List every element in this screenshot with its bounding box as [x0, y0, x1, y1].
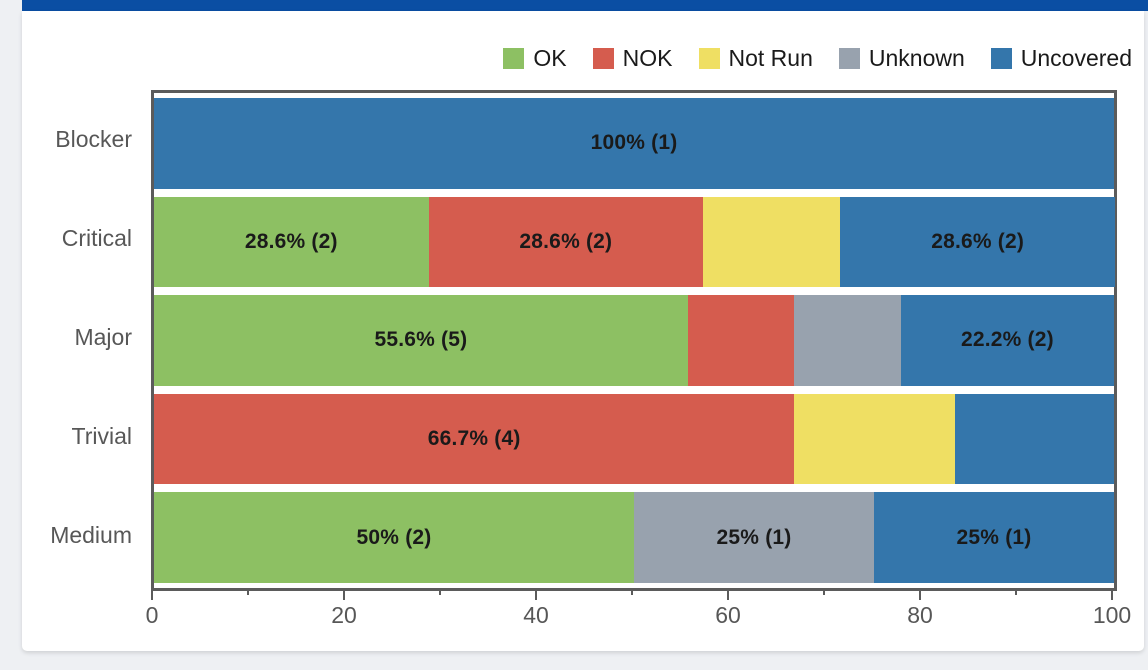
bar-segment[interactable]: 28.6% (2): [154, 196, 429, 288]
bar-segment-label: 25% (1): [956, 525, 1032, 549]
x-axis-major-tick: [343, 588, 345, 600]
bar-segment-label: 100% (1): [590, 131, 678, 155]
x-axis-minor-tick: [823, 588, 825, 595]
bar-row: 100% (1): [154, 98, 1114, 189]
y-axis-label: Medium: [50, 522, 132, 548]
bar-row: 66.7% (4): [154, 393, 1114, 485]
chart-card: OK NOK Not Run Unknown Uncovered Blocker Crit…: [22, 11, 1144, 651]
bar-segment-label: 28.6% (2): [519, 229, 613, 253]
y-axis-label: Blocker: [55, 126, 132, 152]
bar-segment[interactable]: [954, 393, 1114, 485]
x-axis-tick-label: 20: [331, 602, 357, 628]
x-axis-minor-tick: [1015, 588, 1017, 595]
x-axis-tick-label: 80: [907, 602, 933, 628]
x-axis: 0 20 40 60 80 100: [146, 588, 1131, 648]
x-axis-tick-label: 100: [1092, 602, 1132, 628]
bar-segment-label: 66.7% (4): [427, 427, 521, 451]
x-axis-minor-tick: [247, 588, 249, 595]
bar-segment[interactable]: [794, 295, 901, 386]
app-header-bar: [22, 0, 1148, 11]
chart-area: Blocker Critical Major Trivial Medium 100% (…: [22, 11, 1144, 651]
x-axis-major-tick: [1111, 588, 1113, 600]
bar-segment[interactable]: [703, 196, 841, 288]
page-root: OK NOK Not Run Unknown Uncovered Blocker Crit…: [0, 0, 1148, 670]
bar-segment-label: 22.2% (2): [960, 328, 1054, 352]
bar-segment[interactable]: 25% (1): [874, 492, 1114, 583]
bar-segment[interactable]: [794, 393, 955, 485]
bar-segment-label: 28.6% (2): [931, 229, 1025, 253]
bar-segment-label: 28.6% (2): [244, 229, 338, 253]
bar-rows: 100% (1) 28.6% (2) 28.6% (2) 28.6% (2) 55.6%…: [154, 93, 1115, 588]
x-axis-major-tick: [727, 588, 729, 600]
x-axis-minor-tick: [439, 588, 441, 595]
bar-row: 50% (2) 25% (1) 25% (1): [154, 492, 1114, 583]
x-axis-tick-label: 40: [523, 602, 549, 628]
bar-row: 55.6% (5) 22.2% (2): [154, 295, 1114, 386]
bar-segment[interactable]: 50% (2): [154, 492, 634, 583]
y-axis-category-labels: Blocker Critical Major Trivial Medium: [22, 90, 146, 585]
bar-segment-label: 25% (1): [716, 525, 792, 549]
bar-segment[interactable]: 25% (1): [634, 492, 874, 583]
bar-segment[interactable]: 100% (1): [154, 98, 1114, 189]
y-axis-label: Major: [74, 324, 132, 350]
plot-area: 100% (1) 28.6% (2) 28.6% (2) 28.6% (2) 55.6%…: [151, 90, 1117, 591]
x-axis-tick-label: 0: [145, 602, 159, 628]
y-axis-label: Critical: [61, 225, 132, 251]
x-axis-major-tick: [535, 588, 537, 600]
x-axis-tick-label: 60: [715, 602, 741, 628]
x-axis-major-tick: [919, 588, 921, 600]
bar-segment[interactable]: [687, 295, 795, 386]
bar-row: 28.6% (2) 28.6% (2) 28.6% (2): [154, 196, 1115, 288]
bar-segment[interactable]: 28.6% (2): [840, 196, 1115, 288]
bar-segment-label: 55.6% (5): [374, 328, 468, 352]
bar-segment-label: 50% (2): [356, 525, 432, 549]
x-axis-major-tick: [151, 588, 153, 600]
bar-segment[interactable]: 22.2% (2): [900, 295, 1114, 386]
y-axis-label: Trivial: [71, 423, 132, 449]
bar-segment[interactable]: 66.7% (4): [154, 393, 795, 485]
bar-segment[interactable]: 55.6% (5): [154, 295, 688, 386]
bar-segment[interactable]: 28.6% (2): [428, 196, 704, 288]
x-axis-minor-tick: [631, 588, 633, 595]
